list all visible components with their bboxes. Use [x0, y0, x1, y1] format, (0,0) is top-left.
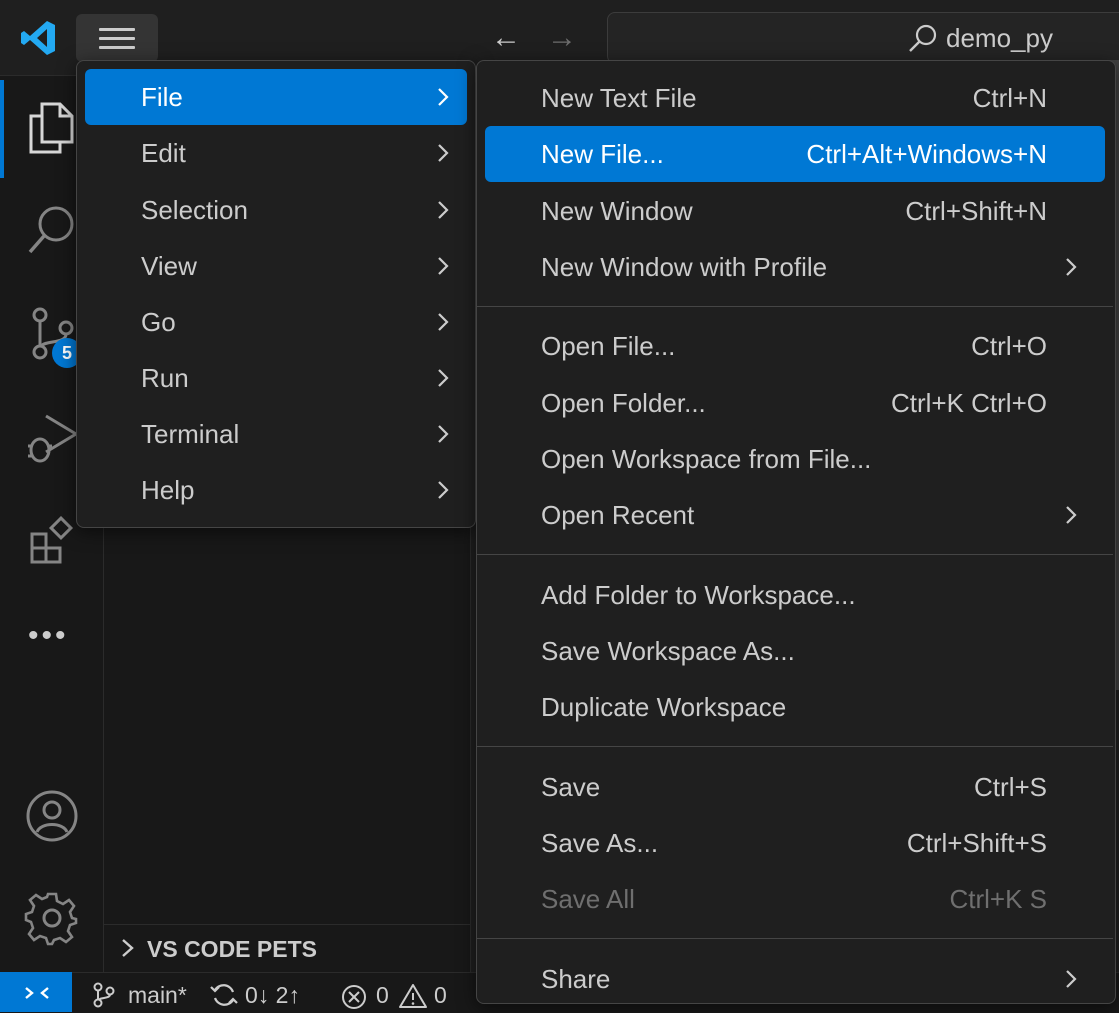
- menu-item-save-all[interactable]: Save All Ctrl+K S: [485, 871, 1105, 927]
- active-indicator: [0, 80, 4, 178]
- menu-item-save-workspace-as[interactable]: Save Workspace As...: [485, 623, 1105, 679]
- git-branch-icon: [93, 982, 115, 1008]
- menu-item-label: Open Recent: [541, 500, 695, 530]
- menu-item-label: New Window with Profile: [541, 252, 828, 282]
- section-title[interactable]: VS CODE PETS: [147, 934, 317, 964]
- menu-item-label: Save Workspace As...: [541, 636, 795, 666]
- menu-item-label: Help: [141, 475, 195, 505]
- workspace-name[interactable]: demo_py: [946, 20, 1053, 56]
- more-icon[interactable]: •••: [28, 621, 76, 651]
- menu-item-edit[interactable]: Edit: [85, 125, 467, 181]
- menu-item-open-recent[interactable]: Open Recent: [485, 487, 1105, 543]
- menu-item-share[interactable]: Share: [485, 951, 1105, 1007]
- error-count[interactable]: 0: [376, 980, 389, 1010]
- menu-item-new-text-file[interactable]: New Text File Ctrl+N: [485, 70, 1105, 126]
- menu-item-label: Terminal: [141, 419, 240, 449]
- remote-icon: [25, 987, 49, 999]
- application-menu: File Edit Selection View Go Run Terminal…: [76, 60, 476, 528]
- menu-item-shortcut: Ctrl+Shift+N: [905, 196, 1047, 226]
- sync-status[interactable]: 0↓ 2↑: [245, 980, 300, 1010]
- menu-item-duplicate-workspace[interactable]: Duplicate Workspace: [485, 679, 1105, 735]
- warning-count[interactable]: 0: [434, 980, 447, 1010]
- menu-item-label: New Window: [541, 196, 693, 226]
- menu-item-shortcut: Ctrl+Shift+S: [906, 828, 1047, 858]
- menu-item-label: Open Folder...: [541, 388, 706, 418]
- file-submenu: New Text File Ctrl+N New File... Ctrl+Al…: [476, 60, 1116, 1004]
- menu-separator: [477, 306, 1113, 307]
- chevron-right-icon: [438, 144, 449, 162]
- menu-item-shortcut: Ctrl+Alt+Windows+N: [806, 139, 1047, 169]
- menu-item-shortcut: Ctrl+S: [974, 772, 1047, 802]
- menu-item-help[interactable]: Help: [85, 462, 467, 518]
- menu-item-file[interactable]: File: [85, 69, 467, 125]
- menu-item-run[interactable]: Run: [85, 350, 467, 406]
- chevron-right-icon: [438, 201, 449, 219]
- menu-item-label: Save: [541, 772, 601, 802]
- chevron-right-icon: [438, 425, 449, 443]
- chevron-right-icon: [438, 313, 449, 331]
- menu-item-new-window-with-profile[interactable]: New Window with Profile: [485, 239, 1105, 295]
- menu-item-shortcut: Ctrl+O: [971, 331, 1047, 361]
- menu-separator: [477, 554, 1113, 555]
- menu-item-label: View: [141, 251, 197, 281]
- menu-item-label: New Text File: [541, 83, 697, 113]
- menu-separator: [477, 746, 1113, 747]
- menu-item-add-folder-to-workspace[interactable]: Add Folder to Workspace...: [485, 567, 1105, 623]
- error-icon[interactable]: [340, 983, 368, 1011]
- menu-item-open-folder[interactable]: Open Folder... Ctrl+K Ctrl+O: [485, 375, 1105, 431]
- menu-item-terminal[interactable]: Terminal: [85, 406, 467, 462]
- warning-icon[interactable]: [398, 982, 428, 1010]
- menu-separator: [477, 938, 1113, 939]
- accounts-icon[interactable]: [24, 788, 80, 844]
- extensions-icon[interactable]: [28, 516, 80, 568]
- run-debug-icon[interactable]: [24, 410, 80, 466]
- menu-item-label: File: [141, 82, 183, 112]
- menu-item-label: Run: [141, 363, 189, 393]
- menu-item-go[interactable]: Go: [85, 294, 467, 350]
- menu-item-label: Go: [141, 307, 176, 337]
- menu-item-label: Save As...: [541, 828, 659, 858]
- menu-item-label: New File...: [541, 139, 664, 169]
- menu-item-label: Selection: [141, 195, 248, 225]
- menu-item-label: Open File...: [541, 331, 676, 361]
- menu-item-new-file[interactable]: New File... Ctrl+Alt+Windows+N: [485, 126, 1105, 182]
- menu-item-save-as[interactable]: Save As... Ctrl+Shift+S: [485, 815, 1105, 871]
- forward-arrow-icon[interactable]: →: [542, 20, 582, 56]
- menu-item-selection[interactable]: Selection: [85, 182, 467, 238]
- menu-item-new-window[interactable]: New Window Ctrl+Shift+N: [485, 183, 1105, 239]
- application-menu-button[interactable]: [76, 14, 158, 62]
- menu-item-save[interactable]: Save Ctrl+S: [485, 759, 1105, 815]
- settings-gear-icon[interactable]: [24, 890, 80, 946]
- menu-item-label: Duplicate Workspace: [541, 692, 787, 722]
- menu-item-label: Open Workspace from File...: [541, 444, 872, 474]
- menu-item-view[interactable]: View: [85, 238, 467, 294]
- menu-item-open-workspace-from-file[interactable]: Open Workspace from File...: [485, 431, 1105, 487]
- chevron-right-icon[interactable]: [118, 936, 138, 960]
- back-arrow-icon[interactable]: ←: [486, 20, 526, 56]
- branch-name[interactable]: main*: [128, 980, 187, 1010]
- explorer-icon[interactable]: [26, 100, 78, 156]
- search-icon: [909, 24, 937, 52]
- menu-item-label: Edit: [141, 138, 186, 168]
- chevron-right-icon: [438, 481, 449, 499]
- menu-item-label: Share: [541, 964, 611, 994]
- menu-item-label: Add Folder to Workspace...: [541, 580, 856, 610]
- chevron-right-icon: [1066, 970, 1077, 988]
- chevron-right-icon: [438, 88, 449, 106]
- menu-item-open-file[interactable]: Open File... Ctrl+O: [485, 318, 1105, 374]
- menu-item-shortcut: Ctrl+K Ctrl+O: [890, 388, 1047, 418]
- search-icon[interactable]: [26, 202, 78, 258]
- chevron-right-icon: [1066, 506, 1077, 524]
- menu-item-shortcut: Ctrl+N: [972, 83, 1047, 113]
- menu-item-label: Save All: [541, 884, 635, 914]
- chevron-right-icon: [1066, 258, 1077, 276]
- chevron-right-icon: [438, 369, 449, 387]
- sync-icon[interactable]: [209, 982, 239, 1008]
- menu-item-shortcut: Ctrl+K S: [949, 884, 1047, 914]
- vscode-logo-icon: [21, 21, 55, 55]
- chevron-right-icon: [438, 257, 449, 275]
